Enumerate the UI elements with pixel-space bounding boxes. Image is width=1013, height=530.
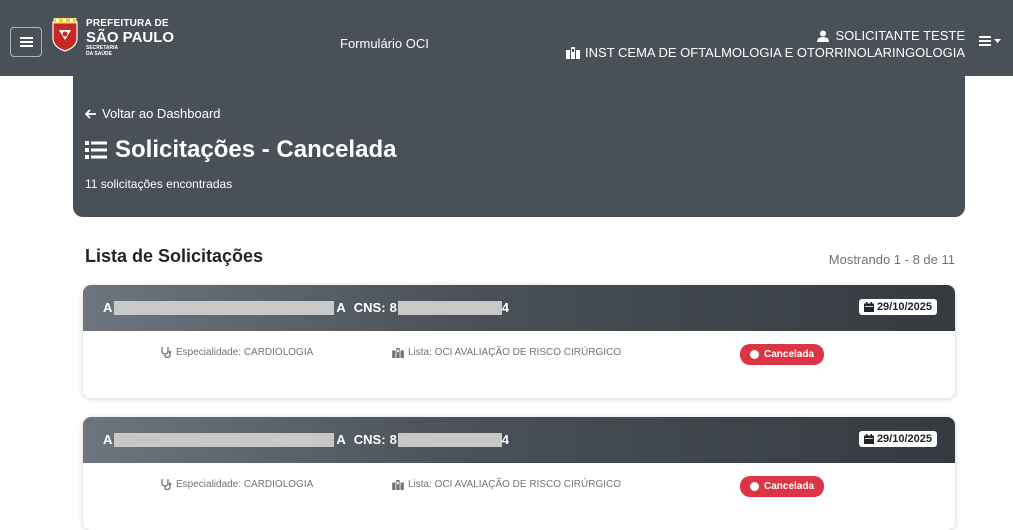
list-info: Lista: OCI AVALIAÇÃO DE RISCO CIRÚRGICO	[392, 479, 621, 490]
patient-info: A A CNS: 8 4	[103, 300, 509, 315]
sidebar-toggle-button[interactable]	[10, 27, 42, 57]
user-info: SOLICITANTE TESTE	[817, 28, 965, 43]
logo-text: PREFEITURA DE SÃO PAULO SECRETARIA DA SA…	[86, 18, 174, 57]
page-title: Solicitações - Cancelada	[85, 136, 396, 164]
status-text: Cancelada	[764, 481, 815, 492]
patient-name-end: A	[336, 300, 346, 315]
calendar-icon	[863, 434, 874, 444]
list-title: Lista de Solicitações	[85, 246, 264, 266]
request-card-header: A A CNS: 8 4 29/10/2025	[83, 417, 955, 463]
cns-end: 4	[501, 300, 510, 315]
request-card-header: A A CNS: 8 4 29/10/2025	[83, 285, 955, 331]
request-date: 29/10/2025	[876, 301, 932, 313]
request-card[interactable]: A A CNS: 8 4 29/10/2025 Especialidade: C…	[83, 285, 955, 398]
institution-name: INST CEMA DE OFTALMOLOGIA E OTORRINOLARI…	[585, 45, 965, 60]
status-badge: Cancelada	[740, 476, 825, 497]
logo-line-2: SÃO PAULO	[86, 29, 175, 46]
redacted-cns	[397, 300, 502, 315]
top-navbar: PREFEITURA DE SÃO PAULO SECRETARIA DA SA…	[0, 0, 1013, 76]
redacted-patient-name	[114, 300, 335, 315]
request-card[interactable]: A A CNS: 8 4 29/10/2025 Especialidade: C…	[83, 417, 955, 530]
cns-start: 8	[389, 432, 397, 447]
list-info: Lista: OCI AVALIAÇÃO DE RISCO CIRÚRGICO	[392, 347, 621, 358]
calendar-icon	[863, 302, 874, 312]
specialty-text: Especialidade: CARDIOLOGIA	[176, 347, 314, 358]
circle-icon	[750, 482, 759, 491]
pagination-summary: Mostrando 1 - 8 de 11	[828, 252, 955, 267]
cns-start: 8	[389, 300, 397, 315]
user-icon	[817, 30, 830, 42]
list-text: Lista: OCI AVALIAÇÃO DE RISCO CIRÚRGICO	[408, 347, 622, 358]
specialty-text: Especialidade: CARDIOLOGIA	[176, 479, 314, 490]
page-header: Voltar ao Dashboard Solicitações - Cance…	[73, 76, 965, 217]
caret-down-icon	[994, 38, 1001, 43]
status-badge: Cancelada	[740, 344, 825, 365]
user-name: SOLICITANTE TESTE	[835, 28, 965, 43]
logo-line-1: PREFEITURA DE	[86, 18, 169, 29]
date-badge: 29/10/2025	[858, 431, 937, 447]
arrow-left-icon	[85, 108, 96, 119]
hamburger-icon	[19, 37, 33, 47]
cns-label: CNS:	[353, 300, 386, 315]
redacted-cns	[397, 432, 502, 447]
circle-icon	[750, 350, 759, 359]
hospital-icon	[566, 46, 581, 59]
stethoscope-icon	[161, 479, 172, 490]
list-icon	[85, 141, 107, 159]
request-card-body: Especialidade: CARDIOLOGIA Lista: OCI AV…	[83, 331, 955, 398]
request-card-body: Especialidade: CARDIOLOGIA Lista: OCI AV…	[83, 463, 955, 530]
specialty-info: Especialidade: CARDIOLOGIA	[161, 347, 313, 358]
specialty-info: Especialidade: CARDIOLOGIA	[161, 479, 313, 490]
list-text: Lista: OCI AVALIAÇÃO DE RISCO CIRÚRGICO	[408, 479, 622, 490]
status-text: Cancelada	[764, 349, 815, 360]
prefeitura-logo[interactable]: PREFEITURA DE SÃO PAULO SECRETARIA DA SA…	[50, 18, 190, 57]
options-dropdown-toggle[interactable]	[979, 36, 1001, 46]
date-badge: 29/10/2025	[858, 299, 937, 315]
menu-icon	[979, 36, 991, 46]
logo-line-4: DA SAÚDE	[86, 51, 112, 57]
hospital-icon	[392, 347, 404, 358]
institution-info: INST CEMA DE OFTALMOLOGIA E OTORRINOLARI…	[566, 45, 965, 60]
request-date: 29/10/2025	[876, 433, 932, 445]
cns-label: CNS:	[353, 432, 386, 447]
app-title: Formulário OCI	[340, 36, 429, 51]
city-crest-icon	[52, 18, 78, 52]
back-to-dashboard-link[interactable]: Voltar ao Dashboard	[85, 106, 221, 121]
redacted-patient-name	[114, 432, 335, 447]
patient-name-start: A	[103, 300, 113, 315]
cns-end: 4	[501, 432, 510, 447]
results-count: 11 solicitações encontradas	[85, 177, 233, 191]
patient-name-end: A	[336, 432, 346, 447]
stethoscope-icon	[161, 347, 172, 358]
hospital-icon	[392, 479, 404, 490]
back-link-label: Voltar ao Dashboard	[102, 106, 221, 121]
page-title-text: Solicitações - Cancelada	[115, 136, 397, 163]
patient-name-start: A	[103, 432, 113, 447]
patient-info: A A CNS: 8 4	[103, 432, 509, 447]
